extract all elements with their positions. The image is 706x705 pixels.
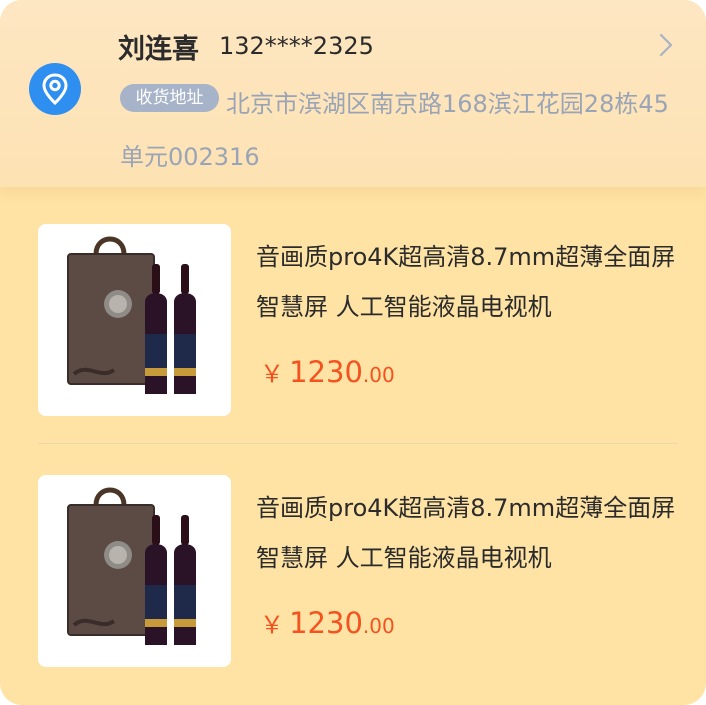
location-pin-icon bbox=[29, 63, 81, 115]
price-integer: 1230 bbox=[289, 606, 363, 640]
order-card: 刘连喜 132****2325 北京市滨湖区南京路168滨江花园28栋45单元0… bbox=[0, 0, 706, 705]
product-image bbox=[38, 224, 231, 416]
recipient-name: 刘连喜 bbox=[118, 34, 199, 65]
price-decimal: .00 bbox=[362, 363, 395, 387]
chevron-right-icon[interactable] bbox=[652, 30, 678, 60]
recipient-phone: 132****2325 bbox=[219, 32, 374, 60]
price-currency: ￥ bbox=[260, 611, 284, 639]
product-title: 音画质pro4K超高清8.7mm超薄全面屏 智慧屏 人工智能液晶电视机 bbox=[256, 243, 676, 321]
price-currency: ￥ bbox=[260, 360, 284, 388]
product-item[interactable]: 音画质pro4K超高清8.7mm超薄全面屏 智慧屏 人工智能液晶电视机 ￥ 12… bbox=[38, 475, 678, 667]
product-item[interactable]: 音画质pro4K超高清8.7mm超薄全面屏 智慧屏 人工智能液晶电视机 ￥ 12… bbox=[38, 224, 678, 416]
product-title: 音画质pro4K超高清8.7mm超薄全面屏 智慧屏 人工智能液晶电视机 bbox=[256, 494, 676, 572]
price-decimal: .00 bbox=[362, 614, 395, 638]
divider bbox=[38, 443, 678, 444]
price-integer: 1230 bbox=[289, 355, 363, 389]
product-price: ￥ 1230.00 bbox=[260, 605, 395, 640]
address-tag-badge: 收货地址 bbox=[120, 84, 219, 112]
product-image bbox=[38, 475, 231, 667]
address-section[interactable]: 刘连喜 132****2325 北京市滨湖区南京路168滨江花园28栋45单元0… bbox=[0, 0, 706, 187]
product-price: ￥ 1230.00 bbox=[260, 354, 395, 389]
